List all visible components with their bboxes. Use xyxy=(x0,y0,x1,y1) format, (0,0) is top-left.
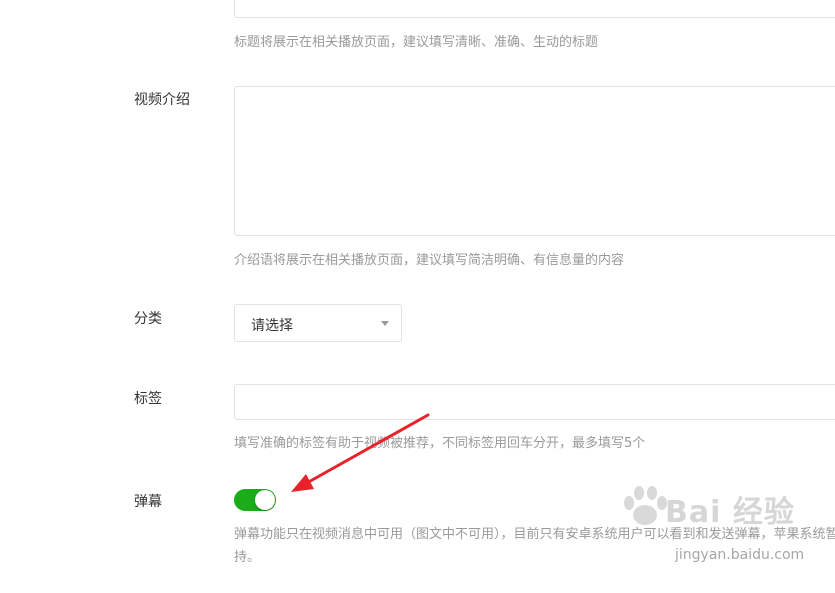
category-selected-text: 请选择 xyxy=(251,318,293,334)
tags-label: 标签 xyxy=(134,391,162,407)
danmaku-toggle[interactable] xyxy=(234,489,276,511)
intro-label: 视频介绍 xyxy=(134,92,190,108)
intro-hint: 介绍语将展示在相关播放页面，建议填写简洁明确、有信息量的内容 xyxy=(234,253,625,268)
tags-hint: 填写准确的标签有助于视频被推荐，不同标签用回车分开，最多填写5个 xyxy=(234,436,646,451)
category-select[interactable]: 请选择 xyxy=(234,304,402,342)
chevron-down-icon xyxy=(381,321,389,326)
category-label: 分类 xyxy=(134,311,162,327)
title-input[interactable] xyxy=(234,0,835,18)
toggle-knob xyxy=(255,490,275,510)
danmaku-label: 弹幕 xyxy=(134,494,162,510)
tags-input[interactable] xyxy=(234,384,835,420)
title-hint: 标题将展示在相关播放页面，建议填写清晰、准确、生动的标题 xyxy=(234,35,599,50)
danmaku-hint: 弹幕功能只在视频消息中可用（图文中不可用），目前只有安卓系统用户可以看到和发送弹… xyxy=(234,527,835,565)
intro-textarea[interactable] xyxy=(234,86,835,236)
